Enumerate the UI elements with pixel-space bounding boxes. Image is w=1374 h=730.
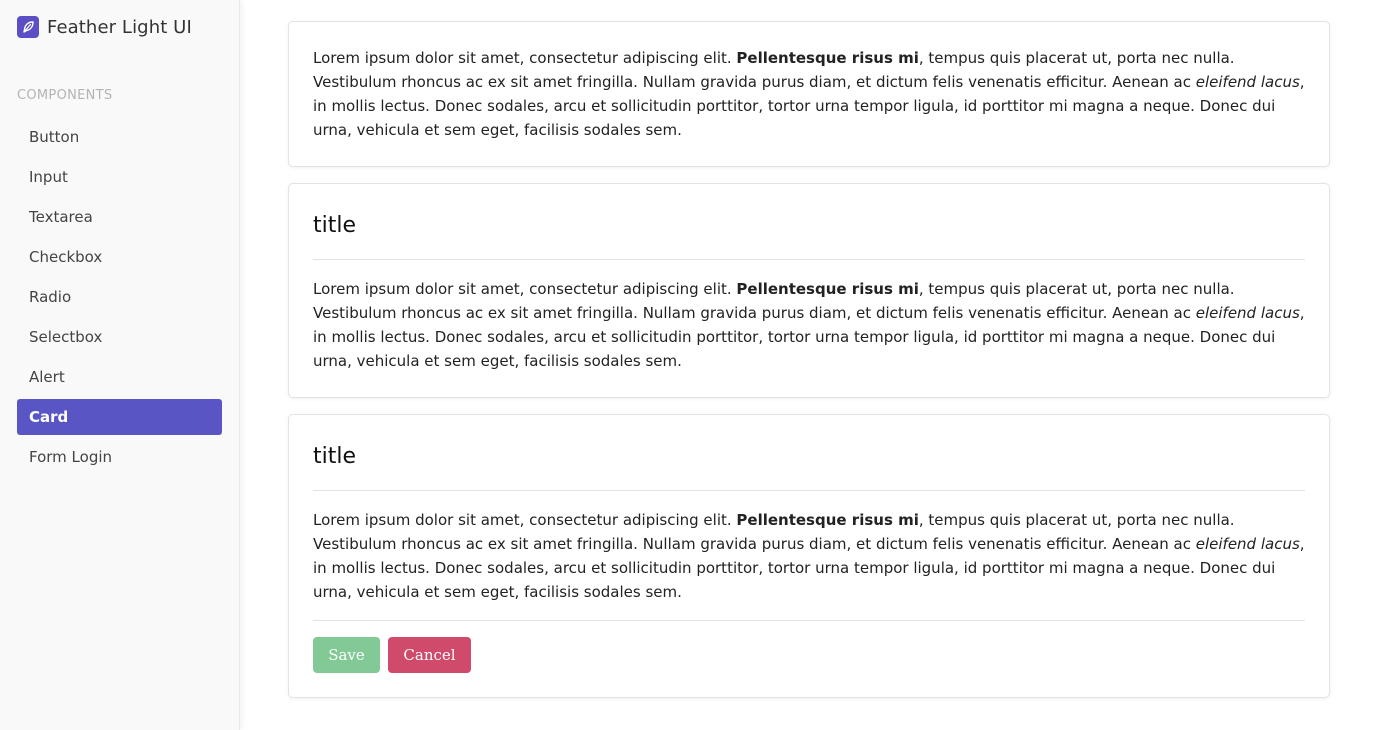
card-text-bold: Pellentesque risus mi [736, 280, 919, 298]
brand-title: Feather Light UI [47, 16, 192, 38]
card-title: title [313, 415, 1305, 491]
card-text-intro: Lorem ipsum dolor sit amet, consectetur … [313, 511, 737, 529]
sidebar-item-selectbox[interactable]: Selectbox [17, 319, 222, 355]
feather-icon [17, 16, 39, 38]
sidebar-nav: Button Input Textarea Checkbox Radio Sel… [17, 119, 222, 475]
card-text-intro: Lorem ipsum dolor sit amet, consectetur … [313, 49, 737, 67]
brand[interactable]: Feather Light UI [17, 0, 222, 52]
card-text-italic: eleifend lacus [1195, 73, 1300, 91]
card-text-bold: Pellentesque risus mi [736, 511, 919, 529]
card-text-italic: eleifend lacus [1195, 304, 1300, 322]
sidebar: Feather Light UI COMPONENTS Button Input… [0, 0, 240, 730]
card-text-bold: Pellentesque risus mi [736, 49, 919, 67]
card-text-italic: eleifend lacus [1195, 535, 1300, 553]
main-content: Lorem ipsum dolor sit amet, consectetur … [240, 0, 1374, 730]
sidebar-item-button[interactable]: Button [17, 119, 222, 155]
card-with-title: title Lorem ipsum dolor sit amet, consec… [288, 183, 1330, 398]
card-body-text: Lorem ipsum dolor sit amet, consectetur … [313, 508, 1305, 604]
app-window: Feather Light UI COMPONENTS Button Input… [0, 0, 1374, 730]
sidebar-item-radio[interactable]: Radio [17, 279, 222, 315]
card-body-text: Lorem ipsum dolor sit amet, consectetur … [313, 46, 1305, 142]
save-button[interactable]: Save [313, 637, 380, 673]
sidebar-item-form-login[interactable]: Form Login [17, 439, 222, 475]
card-title: title [313, 184, 1305, 260]
card-text-intro: Lorem ipsum dolor sit amet, consectetur … [313, 280, 737, 298]
sidebar-item-textarea[interactable]: Textarea [17, 199, 222, 235]
sidebar-item-input[interactable]: Input [17, 159, 222, 195]
card-basic: Lorem ipsum dolor sit amet, consectetur … [288, 21, 1330, 167]
section-label-components: COMPONENTS [17, 88, 113, 103]
sidebar-item-checkbox[interactable]: Checkbox [17, 239, 222, 275]
card-body-text: Lorem ipsum dolor sit amet, consectetur … [313, 277, 1305, 373]
sidebar-item-card[interactable]: Card [17, 399, 222, 435]
card-with-footer: title Lorem ipsum dolor sit amet, consec… [288, 414, 1330, 698]
sidebar-item-alert[interactable]: Alert [17, 359, 222, 395]
cancel-button[interactable]: Cancel [388, 637, 471, 673]
card-footer: Save Cancel [313, 620, 1305, 673]
